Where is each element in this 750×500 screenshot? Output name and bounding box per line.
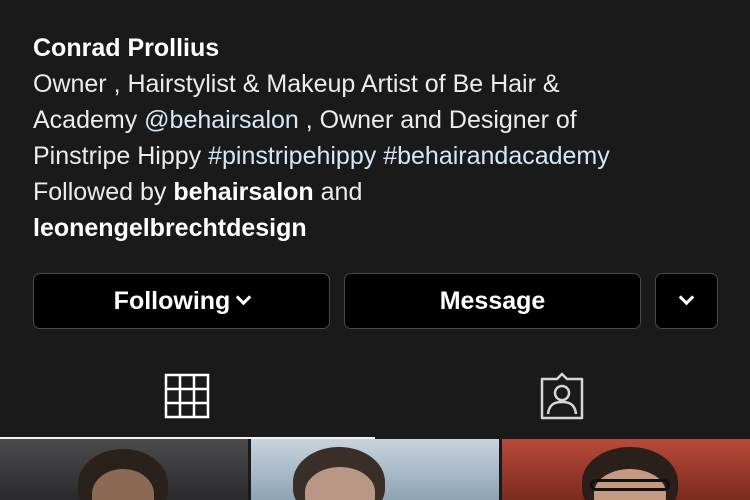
hashtag-link-1[interactable]: #pinstripehippy xyxy=(208,142,376,170)
bio-mention-link[interactable]: @behairsalon xyxy=(144,106,299,134)
followed-by-user-1[interactable]: behairsalon xyxy=(173,178,313,206)
chevron-down-icon xyxy=(678,289,695,305)
hashtag-link-2[interactable]: #behairandacademy xyxy=(383,142,610,170)
message-button[interactable]: Message xyxy=(344,273,641,329)
post-thumbnail[interactable] xyxy=(0,439,248,500)
tab-posts-grid[interactable] xyxy=(161,370,213,422)
posts-grid xyxy=(0,439,750,500)
post-thumbnail[interactable] xyxy=(251,439,499,500)
profile-bio: Conrad Prollius Owner , Hairstylist & Ma… xyxy=(33,30,723,246)
bio-line-2-prefix: Academy xyxy=(33,106,145,134)
profile-screen: Conrad Prollius Owner , Hairstylist & Ma… xyxy=(0,0,750,500)
followed-by-and: and xyxy=(313,178,363,206)
chevron-down-icon xyxy=(236,289,252,305)
post-thumbnail[interactable] xyxy=(502,439,750,500)
message-label: Message xyxy=(439,286,546,315)
followed-by-prefix: Followed by xyxy=(33,178,174,206)
tab-tagged[interactable] xyxy=(536,370,588,422)
profile-name: Conrad Prollius xyxy=(33,34,220,62)
bio-line-3-prefix: Pinstripe Hippy xyxy=(33,142,209,170)
tagged-person-icon xyxy=(540,372,584,420)
suggested-accounts-button[interactable] xyxy=(655,273,718,329)
following-button[interactable]: Following xyxy=(33,273,330,329)
followed-by-user-2[interactable]: leonengelbrechtdesign xyxy=(33,214,307,242)
following-label: Following xyxy=(113,286,231,315)
bio-line-1: Owner , Hairstylist & Makeup Artist of B… xyxy=(33,70,560,98)
bio-line-2-suffix: , Owner and Designer of xyxy=(298,106,577,134)
grid-icon xyxy=(164,373,210,419)
